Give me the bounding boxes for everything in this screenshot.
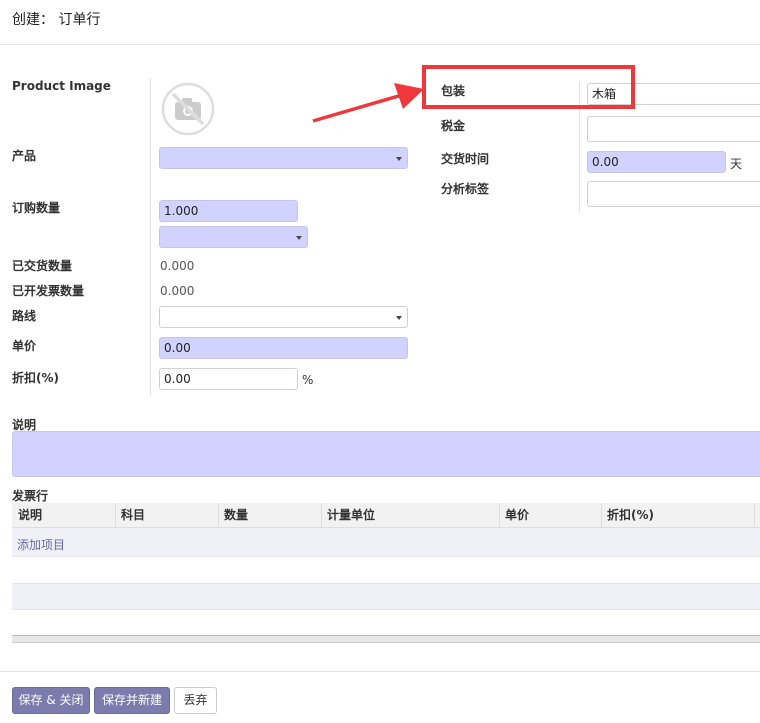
left-column-divider [150,78,151,396]
column-divider [218,503,219,527]
table-row [12,528,760,557]
qty-input[interactable]: 1.000 [159,200,298,222]
table-row [12,557,760,584]
chevron-down-icon [396,316,402,320]
col-discount[interactable]: 折扣(%) [607,503,654,527]
delivered-qty-value: 0.000 [160,259,195,273]
chevron-down-icon [396,157,402,161]
camera-placeholder-icon[interactable] [161,82,215,136]
col-uom[interactable]: 计量单位 [327,503,375,527]
unit-price-input[interactable]: 0.00 [159,337,408,359]
tax-label: 税金 [441,119,466,133]
discount-label: 折扣(%) [12,371,59,385]
column-divider [499,503,500,527]
discount-unit: % [302,373,314,387]
invoiced-qty-value: 0.000 [160,284,195,298]
description-textarea[interactable] [12,431,760,477]
tax-input[interactable] [587,116,760,142]
col-unit-price[interactable]: 单价 [505,503,529,527]
annotation-highlight-box [422,65,635,109]
route-label: 路线 [12,309,37,323]
invoiced-qty-label: 已开发票数量 [12,284,85,298]
column-divider [601,503,602,527]
product-label: 产品 [12,149,37,163]
page-title: 创建： 订单行 [12,12,101,28]
footer-divider [0,671,760,672]
column-divider [115,503,116,527]
analytic-tags-label: 分析标签 [441,182,490,196]
col-description[interactable]: 说明 [18,503,42,527]
column-divider [754,503,755,527]
annotation-arrow-icon [310,80,426,126]
invoice-lines-label: 发票行 [12,489,49,503]
qty-label: 订购数量 [12,201,61,215]
col-account[interactable]: 科目 [121,503,145,527]
route-select[interactable] [159,306,408,328]
unit-price-label: 单价 [12,339,37,353]
lead-time-input[interactable]: 0.00 [587,151,726,173]
product-select[interactable] [159,147,408,169]
save-new-button[interactable]: 保存并新建 [94,687,170,714]
chevron-down-icon [296,236,302,240]
product-image-label: Product Image [12,79,111,93]
discount-input[interactable]: 0.00 [159,368,298,390]
uom-select[interactable] [159,226,308,248]
column-divider [321,503,322,527]
lead-time-unit: 天 [730,157,743,171]
lead-time-label: 交货时间 [441,152,490,166]
horizontal-scrollbar[interactable] [12,635,760,643]
save-close-button[interactable]: 保存 & 关闭 [12,687,90,714]
add-item-link[interactable]: 添加项目 [17,536,65,553]
analytic-tags-input[interactable] [587,181,760,207]
discard-button[interactable]: 丢弃 [174,687,217,714]
table-row [12,584,760,610]
delivered-qty-label: 已交货数量 [12,259,73,273]
header-divider [0,44,760,45]
col-quantity[interactable]: 数量 [224,503,248,527]
